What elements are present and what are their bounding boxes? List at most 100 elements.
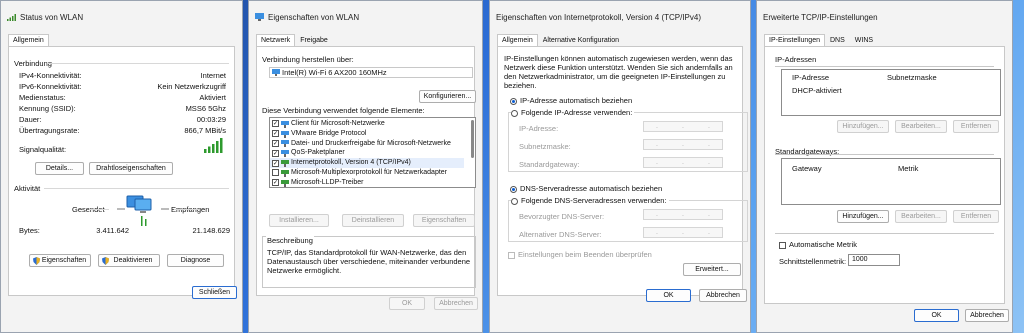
ip-address-label: IP-Adresse: xyxy=(519,124,559,133)
status-row-label: IPv6-Konnektivität: xyxy=(19,82,82,91)
ip-address-field[interactable]: ... xyxy=(643,121,723,132)
title-bar[interactable]: Status von WLAN xyxy=(1,1,242,34)
window-title: Status von WLAN xyxy=(20,13,84,22)
deactivate-button[interactable]: Deaktivieren xyxy=(98,254,160,267)
network-component-icon xyxy=(281,179,289,187)
configure-button[interactable]: Konfigurieren... xyxy=(419,90,476,103)
uninstall-button[interactable]: Deinstallieren xyxy=(342,214,404,227)
gateway-remove-button[interactable]: Entfernen xyxy=(953,210,999,223)
component-item[interactable]: ✓ QoS-Paketplaner xyxy=(270,148,464,158)
ok-button[interactable]: OK xyxy=(389,297,425,310)
status-row-label: Kennung (SSID): xyxy=(19,104,76,113)
validate-label: Einstellungen beim Beenden überprüfen xyxy=(518,250,652,259)
network-component-icon xyxy=(281,130,289,138)
gateway-edit-button[interactable]: Bearbeiten... xyxy=(895,210,947,223)
tab-dns[interactable]: DNS xyxy=(825,34,850,46)
component-checkbox[interactable]: ✓ xyxy=(272,159,279,167)
component-item[interactable]: ✓ Client für Microsoft-Netzwerke xyxy=(270,119,464,129)
subnet-mask-field[interactable]: ... xyxy=(643,139,723,150)
cancel-button[interactable]: Abbrechen xyxy=(965,309,1009,322)
ok-button[interactable]: OK xyxy=(646,289,691,302)
preferred-dns-label: Bevorzugter DNS-Server: xyxy=(519,212,605,221)
alternate-dns-field[interactable]: ... xyxy=(643,227,723,238)
wireless-properties-button[interactable]: Drahtloseigenschaften xyxy=(89,162,173,175)
component-item[interactable]: ✓ VMware Bridge Protocol xyxy=(270,129,464,139)
cancel-button[interactable]: Abbrechen xyxy=(434,297,478,310)
diagnose-button[interactable]: Diagnose xyxy=(167,254,224,267)
component-checkbox[interactable]: ✓ xyxy=(272,120,279,128)
wlan-status-window: Status von WLAN Allgemein Verbindung IPv… xyxy=(0,0,243,333)
component-item[interactable]: ✓ Datei- und Druckerfreigabe für Microsof… xyxy=(270,139,464,149)
bytes-sent-value: 3.411.642 xyxy=(96,226,129,235)
preferred-dns-field[interactable]: ... xyxy=(643,209,723,220)
ip-remove-button[interactable]: Entfernen xyxy=(953,120,999,133)
tab-general[interactable]: Allgemein xyxy=(8,34,49,46)
component-checkbox[interactable]: ✓ xyxy=(272,149,279,157)
status-row-label: IPv4-Konnektivität: xyxy=(19,71,82,80)
install-button[interactable]: Installieren... xyxy=(269,214,329,227)
ip-manual-radio[interactable]: Folgende IP-Adresse verwenden: xyxy=(511,108,635,117)
component-checkbox[interactable]: ✓ xyxy=(272,179,279,187)
ip-add-button[interactable]: Hinzufügen... xyxy=(837,120,889,133)
description-group: Beschreibung TCP/IP, das Standardprotoko… xyxy=(262,236,476,288)
ip-addresses-list[interactable]: IP-Adresse Subnetzmaske DHCP-aktiviert xyxy=(781,69,1001,116)
network-component-icon xyxy=(281,160,289,168)
dns-manual-radio[interactable]: Folgende DNS-Serveradressen verwenden: xyxy=(511,196,669,205)
dns-manual-label: Folgende DNS-Serveradressen verwenden: xyxy=(521,196,667,205)
component-checkbox[interactable]: ✓ xyxy=(272,139,279,147)
status-row-value: Kein Netzwerkzugriff xyxy=(157,82,226,91)
validate-checkbox[interactable]: Einstellungen beim Beenden überprüfen xyxy=(508,250,652,259)
advanced-button[interactable]: Erweitert... xyxy=(683,263,741,276)
ip-auto-radio[interactable]: IP-Adresse automatisch beziehen xyxy=(510,96,632,105)
component-item[interactable]: Microsoft-Multiplexorprotokoll für Netzw… xyxy=(270,168,464,178)
gateways-list[interactable]: Gateway Metrik xyxy=(781,158,1001,205)
properties-button[interactable]: Eigenschaften xyxy=(29,254,91,267)
description-text: TCP/IP, das Standardprotokoll für WAN-Ne… xyxy=(267,248,471,275)
component-checkbox[interactable]: ✓ xyxy=(272,130,279,138)
intro-text: IP-Einstellungen können automatisch zuge… xyxy=(504,54,733,90)
adapter-field: Intel(R) Wi-Fi 6 AX200 160MHz xyxy=(269,67,473,78)
auto-metric-label: Automatische Metrik xyxy=(789,240,857,249)
col-gateway: Gateway xyxy=(792,164,822,173)
default-gateway-field[interactable]: ... xyxy=(643,157,723,168)
tab-sharing[interactable]: Freigabe xyxy=(295,34,333,46)
tab-wins[interactable]: WINS xyxy=(850,34,878,46)
tab-alternative-config[interactable]: Alternative Konfiguration xyxy=(538,34,624,46)
components-list[interactable]: ✓ Client für Microsoft-Netzwerke ✓ VMware B… xyxy=(269,117,476,188)
component-label: QoS-Paketplaner xyxy=(291,149,345,157)
tab-network[interactable]: Netzwerk xyxy=(256,34,296,46)
interface-metric-field[interactable]: 1000 xyxy=(848,254,900,266)
close-button[interactable]: Schließen xyxy=(192,286,237,299)
signal-strength-icon xyxy=(204,138,223,153)
cancel-button[interactable]: Abbrechen xyxy=(699,289,747,302)
details-button[interactable]: Details... xyxy=(35,162,84,175)
alternate-dns-label: Alternativer DNS-Server: xyxy=(519,230,602,239)
gateway-add-button[interactable]: Hinzufügen... xyxy=(837,210,889,223)
title-bar[interactable]: Eigenschaften von Internetprotokoll, Ver… xyxy=(490,1,750,34)
component-label: VMware Bridge Protocol xyxy=(291,129,367,137)
component-properties-button[interactable]: Eigenschaften xyxy=(413,214,475,227)
title-bar[interactable]: Eigenschaften von WLAN xyxy=(249,1,482,34)
connect-using-label: Verbindung herstellen über: xyxy=(262,55,354,64)
tab-ip-settings[interactable]: IP-Einstellungen xyxy=(764,34,825,46)
dns-auto-radio[interactable]: DNS-Serveradresse automatisch beziehen xyxy=(510,184,662,193)
signal-label: Signalqualität: xyxy=(19,145,67,154)
advanced-tcpip-window: Erweiterte TCP/IP-Einstellungen IP-Einst… xyxy=(756,0,1013,333)
component-item[interactable]: ✓ Internetprotokoll, Version 4 (TCP/IPv4) xyxy=(270,158,464,168)
component-item[interactable]: ✓ Microsoft-LLDP-Treiber xyxy=(270,178,464,187)
title-bar[interactable]: Erweiterte TCP/IP-Einstellungen xyxy=(757,1,1012,34)
tab-general[interactable]: Allgemein xyxy=(497,34,538,46)
ip-edit-button[interactable]: Bearbeiten... xyxy=(895,120,947,133)
col-ip-address: IP-Adresse xyxy=(792,73,830,82)
scrollbar[interactable] xyxy=(471,120,474,158)
status-row-value: Aktiviert xyxy=(199,93,226,102)
component-label: Microsoft-LLDP-Treiber xyxy=(291,178,364,186)
status-row-label: Medienstatus: xyxy=(19,93,66,102)
auto-metric-checkbox[interactable]: Automatische Metrik xyxy=(779,240,857,249)
ok-button[interactable]: OK xyxy=(914,309,959,322)
wifi-icon xyxy=(7,13,16,23)
network-adapter-icon xyxy=(255,12,264,23)
dhcp-enabled-row[interactable]: DHCP-aktiviert xyxy=(792,86,842,95)
component-checkbox[interactable] xyxy=(272,169,279,177)
deactivate-label: Deaktivieren xyxy=(113,257,153,264)
